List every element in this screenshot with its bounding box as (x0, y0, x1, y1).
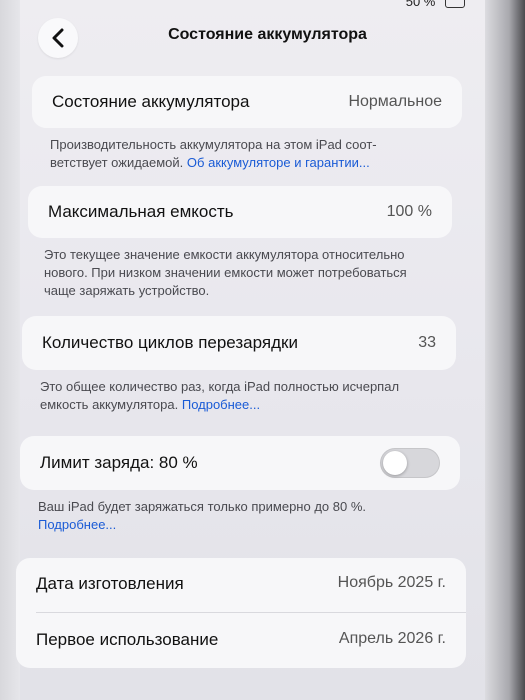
charge-limit-footnote: Ваш iPad будет заряжаться только примерн… (38, 498, 448, 534)
max-capacity-footnote: Это текущее значение емкости аккумулятор… (44, 246, 434, 300)
battery-warranty-link[interactable]: Об аккумуляторе и гарантии... (187, 155, 370, 170)
charge-limit-row: Лимит заряда: 80 % (20, 436, 460, 490)
row-separator (36, 612, 466, 613)
first-use-value: Апрель 2026 г. (338, 630, 446, 647)
charge-limit-toggle[interactable] (380, 448, 440, 478)
manufacture-date-value: Ноябрь 2025 г. (337, 574, 446, 591)
max-capacity-label: Максимальная емкость (48, 202, 234, 221)
first-use-row: Первое использование Апрель 2026 г. (36, 630, 446, 650)
cycle-count-label: Количество циклов перезарядки (42, 333, 298, 352)
cycle-count-footnote: Это общее количество раз, когда iPad пол… (40, 378, 410, 414)
toggle-knob (383, 451, 407, 475)
max-capacity-value: 100 % (386, 203, 432, 220)
battery-health-footnote: Производительность аккумулятора на этом … (50, 136, 430, 172)
status-bar: 50 % (406, 0, 465, 9)
dates-group: Дата изготовления Ноябрь 2025 г. Первое … (16, 558, 466, 668)
battery-health-value: Нормальное (348, 93, 442, 110)
max-capacity-row: Максимальная емкость 100 % (28, 186, 452, 238)
page-title: Состояние аккумулятора (168, 26, 367, 43)
cycle-more-link[interactable]: Подробнее... (182, 397, 260, 412)
charge-limit-more-link[interactable]: Подробнее... (38, 517, 116, 532)
battery-health-label: Состояние аккумулятора (52, 92, 250, 111)
battery-percent: 50 % (405, 0, 436, 9)
manufacture-date-label: Дата изготовления (36, 574, 184, 593)
manufacture-date-row: Дата изготовления Ноябрь 2025 г. (36, 574, 446, 594)
cycle-count-row: Количество циклов перезарядки 33 (22, 316, 456, 370)
battery-icon (445, 0, 465, 9)
device-bezel-right (485, 0, 525, 700)
first-use-label: Первое использование (36, 630, 219, 649)
max-capacity-note-text: Это текущее значение емкости аккумулятор… (44, 247, 407, 298)
charge-limit-label: Лимит заряда: 80 % (40, 453, 198, 472)
cycle-count-value: 33 (418, 334, 436, 351)
settings-screen: 50 % Состояние аккумулятора Состояние ак… (0, 0, 525, 700)
charge-limit-note-text: Ваш iPad будет заряжаться только примерн… (38, 499, 366, 514)
battery-health-row[interactable]: Состояние аккумулятора Нормальное (32, 76, 462, 128)
